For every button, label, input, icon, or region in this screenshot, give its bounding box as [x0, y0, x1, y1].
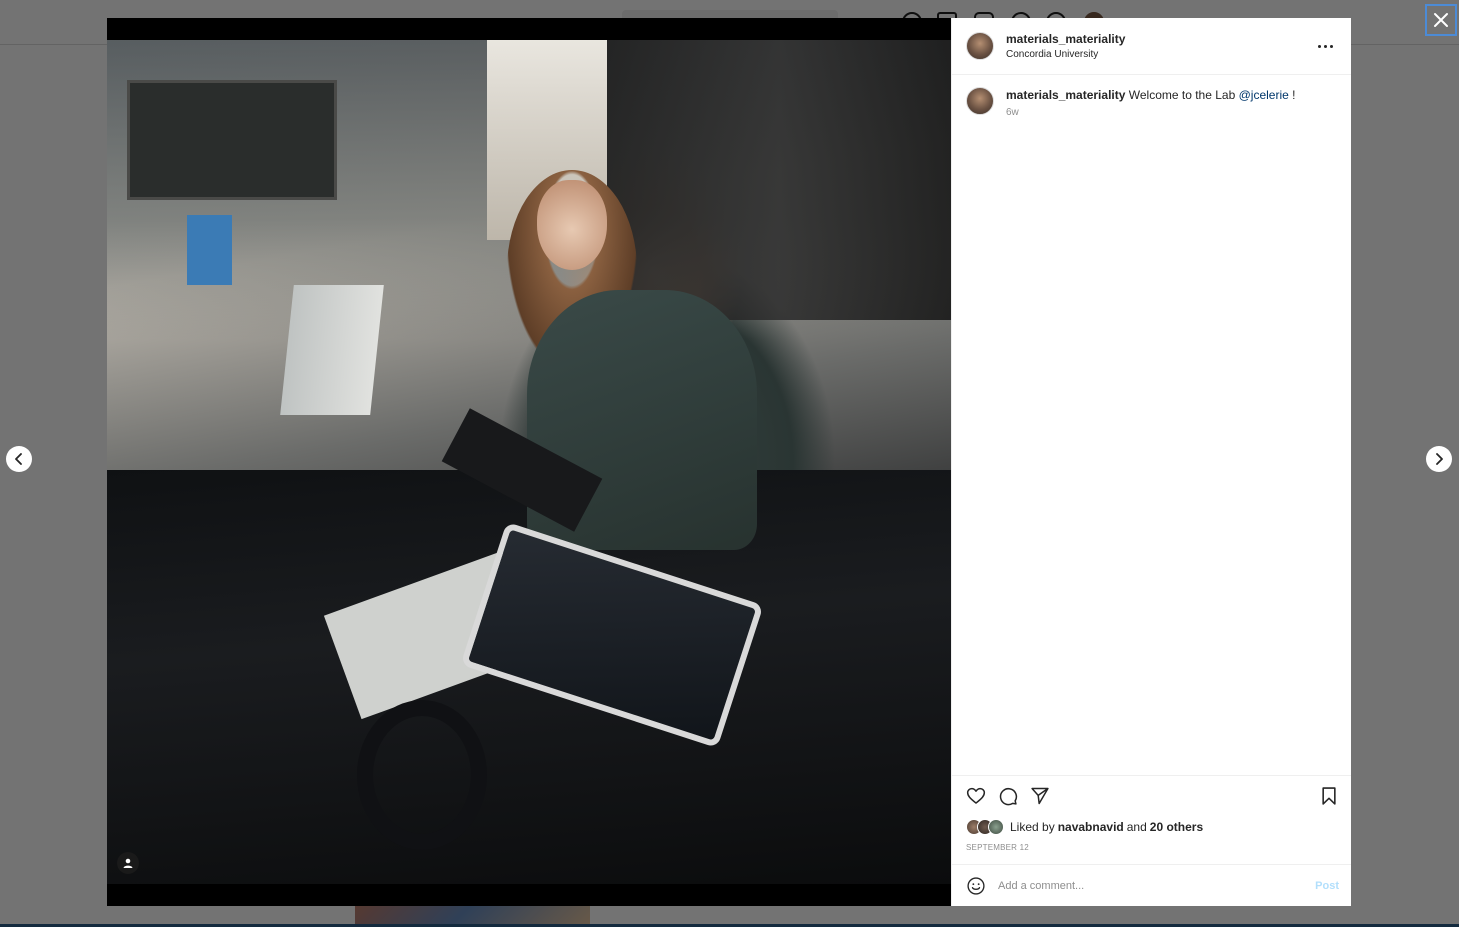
paper-plane-icon	[1031, 787, 1049, 804]
author-username[interactable]: materials_materiality	[1006, 32, 1125, 46]
more-options-button[interactable]	[1313, 36, 1337, 56]
caption-text-end: !	[1288, 88, 1296, 102]
caption-timestamp[interactable]: 6w	[1006, 105, 1295, 121]
share-button[interactable]	[1028, 784, 1052, 808]
close-modal-button[interactable]	[1425, 4, 1457, 36]
bookmark-icon	[1322, 786, 1336, 805]
comment-button[interactable]	[996, 784, 1020, 808]
post-header: materials_materiality Concordia Universi…	[952, 18, 1351, 75]
post-date[interactable]: SEPTEMBER 12	[952, 839, 1351, 864]
comment-input[interactable]	[998, 879, 1316, 892]
post-media	[107, 18, 951, 906]
post-location[interactable]: Concordia University	[1006, 49, 1125, 60]
caption: materials_materiality Welcome to the Lab…	[1006, 87, 1295, 121]
caption-username[interactable]: materials_materiality	[1006, 88, 1125, 102]
user-tag-icon	[123, 858, 133, 868]
caption-text: Welcome to the Lab	[1128, 88, 1239, 102]
save-button[interactable]	[1317, 784, 1341, 808]
like-button[interactable]	[964, 784, 988, 808]
post-actions-bar	[952, 775, 1351, 815]
heart-icon	[966, 787, 986, 804]
liker-avatar	[988, 819, 1004, 835]
caption-row: materials_materiality Welcome to the Lab…	[966, 87, 1337, 121]
close-icon	[1434, 13, 1448, 27]
post-photo[interactable]	[107, 40, 951, 884]
likes-prefix: Liked by	[1010, 820, 1055, 834]
next-post-button[interactable]	[1426, 446, 1452, 472]
likes-conjunction: and	[1126, 820, 1147, 834]
chevron-right-icon	[1436, 453, 1443, 465]
likes-others-link[interactable]: 20 others	[1150, 820, 1203, 834]
emoji-icon	[967, 876, 985, 895]
comments-section: materials_materiality Welcome to the Lab…	[952, 75, 1351, 775]
author-avatar[interactable]	[966, 32, 994, 60]
previous-post-button[interactable]	[6, 446, 32, 472]
author-info: materials_materiality Concordia Universi…	[1006, 32, 1125, 60]
liker-avatars[interactable]	[966, 819, 1004, 835]
tagged-users-button[interactable]	[117, 852, 139, 874]
more-options-icon	[1317, 44, 1321, 48]
caption-author-avatar[interactable]	[966, 87, 994, 115]
comment-icon	[999, 787, 1018, 805]
caption-mention-link[interactable]: @jcelerie	[1239, 88, 1289, 102]
likes-summary: Liked by navabnavid and 20 others	[952, 815, 1351, 839]
emoji-button[interactable]	[964, 874, 988, 898]
post-modal: materials_materiality Concordia Universi…	[107, 18, 1351, 906]
chevron-left-icon	[15, 453, 22, 465]
post-side-panel: materials_materiality Concordia Universi…	[951, 18, 1351, 906]
liker-username[interactable]: navabnavid	[1058, 820, 1124, 834]
post-comment-button[interactable]: Post	[1315, 880, 1339, 892]
add-comment-form: Post	[952, 864, 1351, 906]
